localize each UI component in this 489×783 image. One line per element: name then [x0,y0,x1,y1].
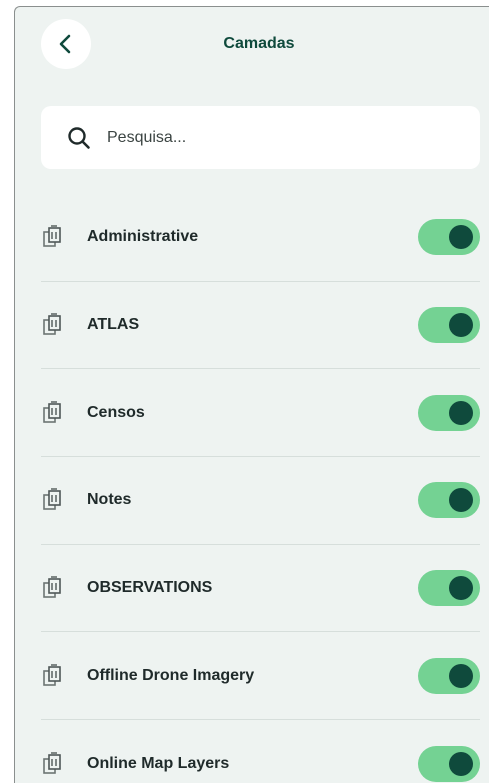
toggle-knob [449,663,473,688]
toggle-knob [449,576,473,601]
toggle-knob [449,400,473,425]
layer-toggle[interactable] [418,745,480,782]
search-bar[interactable] [41,106,480,169]
layer-row-1[interactable]: ATLAS [41,282,480,370]
layer-label: ATLAS [87,316,140,334]
layers-icon [41,663,67,689]
layer-label: Censos [87,403,145,421]
search-input[interactable] [107,128,447,147]
layer-toggle[interactable] [418,219,480,256]
layers-icon [41,224,67,250]
layer-label: Offline Drone Imagery [87,666,255,684]
layer-toggle[interactable] [418,394,480,431]
page-title: Camadas [223,35,295,52]
layer-row-6[interactable]: Online Map Layers [41,720,480,783]
toggle-knob [449,488,473,513]
layers-icon [41,400,67,426]
layer-toggle[interactable] [418,657,480,694]
layer-row-0[interactable]: Administrative [41,194,480,282]
layer-toggle[interactable] [418,482,480,519]
layer-toggle[interactable] [418,570,480,607]
toggle-knob [449,225,473,250]
header: Camadas [15,7,489,87]
toggle-knob [449,313,473,338]
layers-screen: Camadas Administrative [14,6,489,783]
toggle-knob [449,751,473,776]
layer-row-2[interactable]: Censos [41,369,480,458]
layers-icon [41,312,67,338]
layers-icon [41,487,67,513]
layer-label: Online Map Layers [87,754,230,772]
layer-row-4[interactable]: OBSERVATIONS [41,545,480,633]
layer-toggle[interactable] [418,307,480,344]
layer-label: Notes [87,491,132,509]
layers-icon [41,575,67,601]
search-icon [67,126,91,150]
layers-icon [41,751,67,777]
layer-label: Administrative [87,228,199,246]
layer-list: Administrative ATLAS Censos Notes OBSERV… [41,194,480,783]
layer-row-3[interactable]: Notes [41,457,480,545]
layer-row-5[interactable]: Offline Drone Imagery [41,632,480,721]
layer-label: OBSERVATIONS [87,579,213,597]
